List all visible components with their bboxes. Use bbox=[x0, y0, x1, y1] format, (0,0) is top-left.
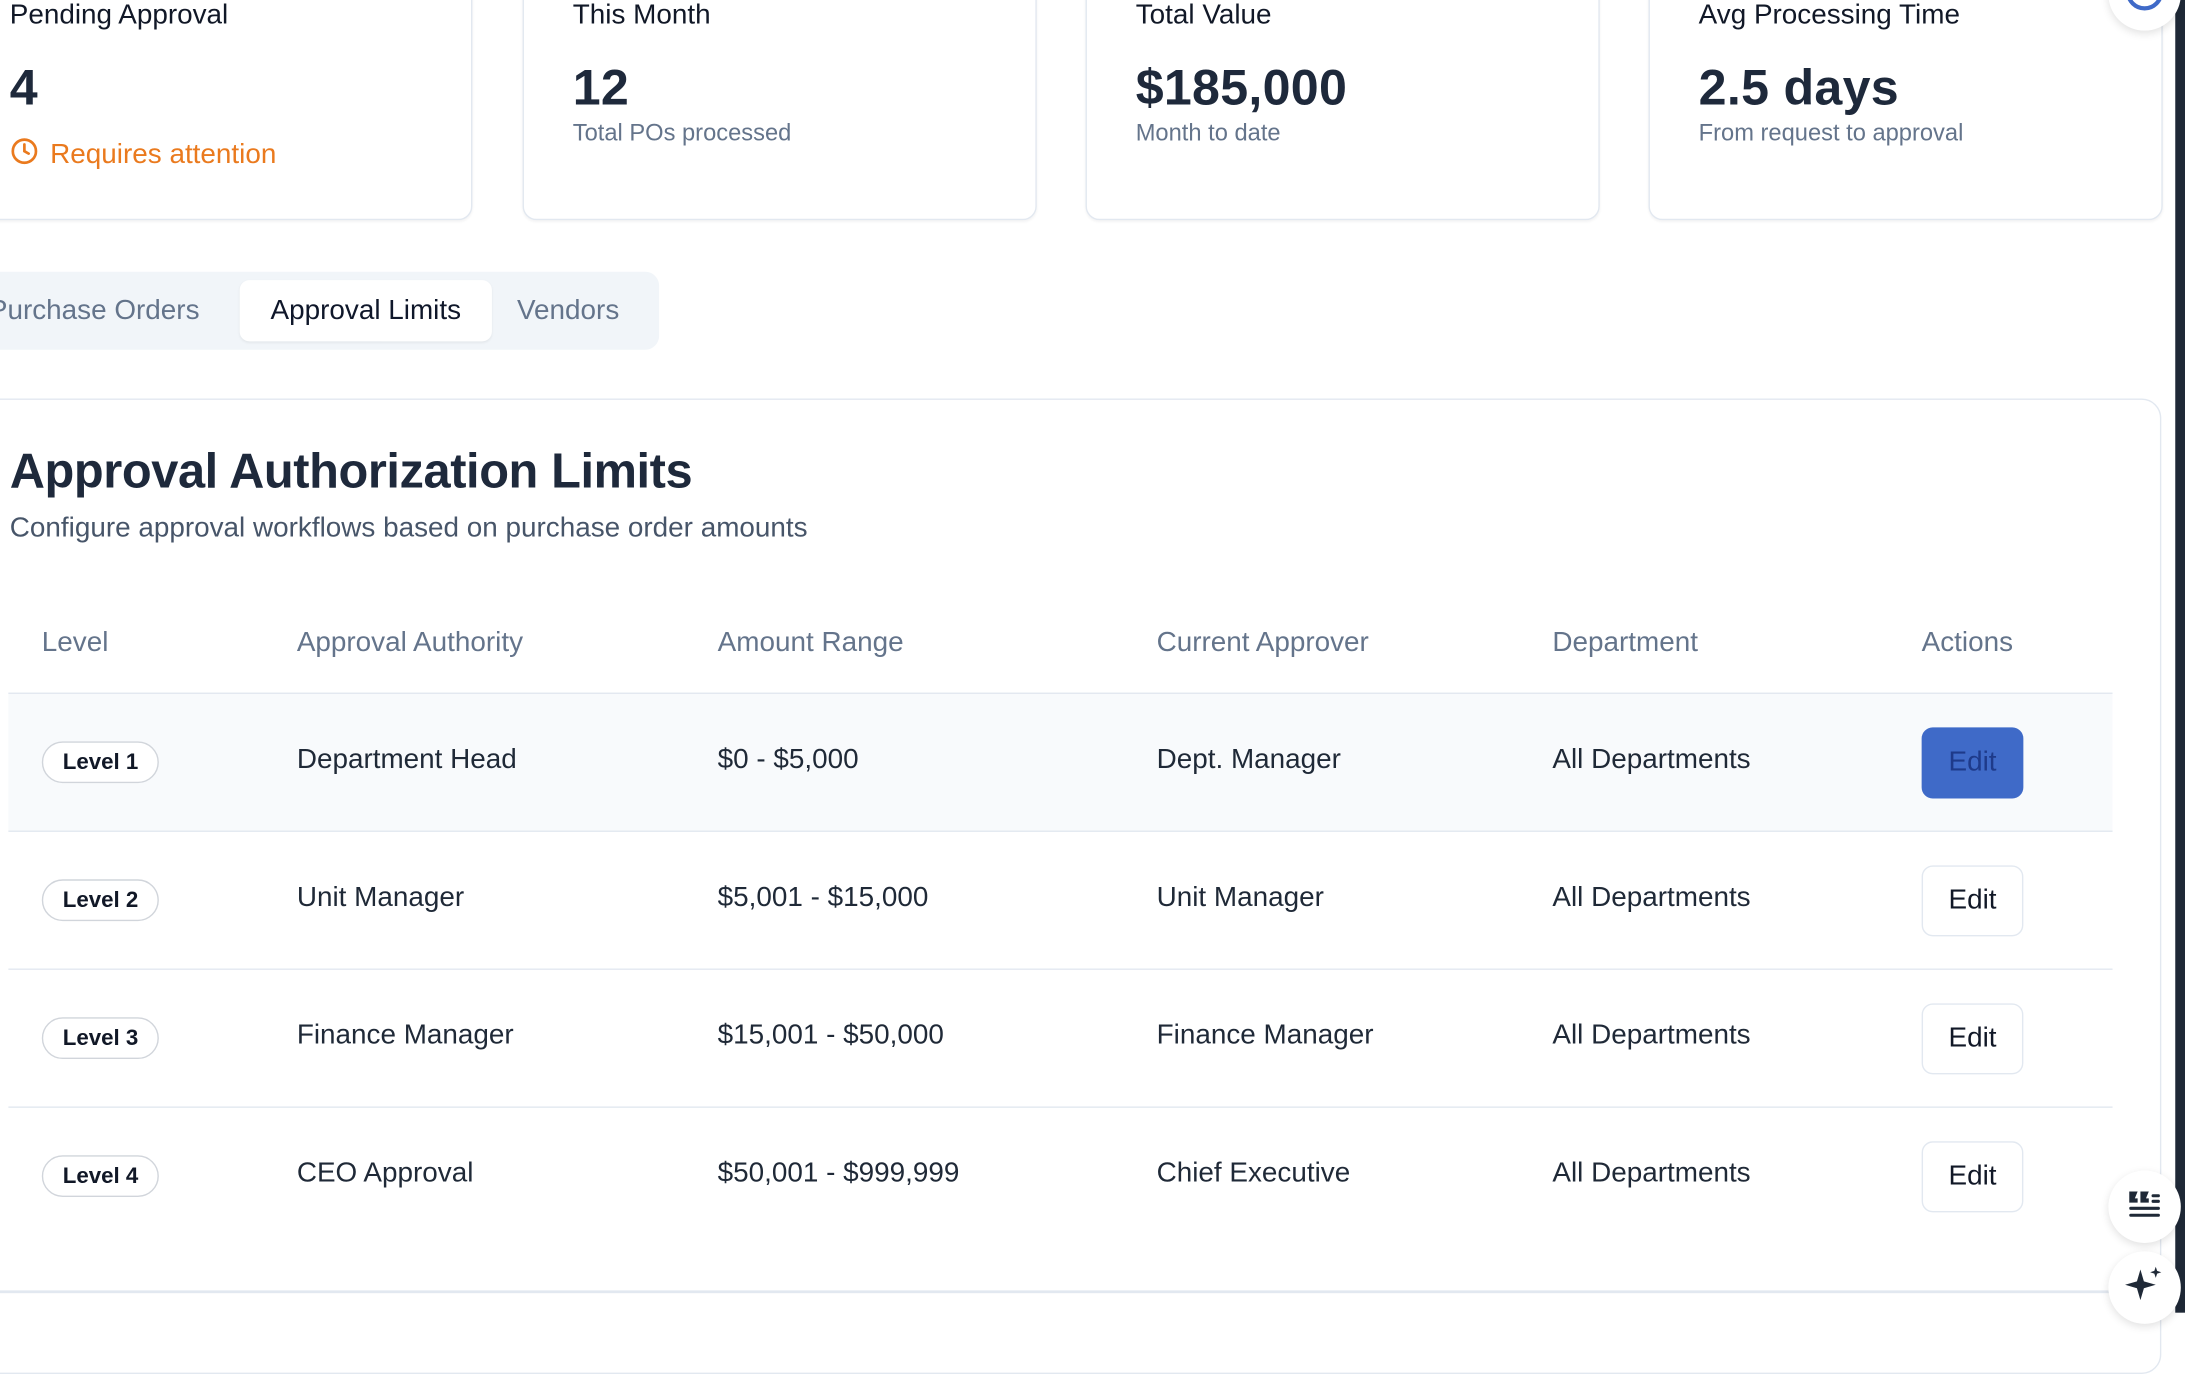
stat-sub-avg-time: From request to approval bbox=[1698, 119, 1964, 147]
attention-note: Requires attention bbox=[10, 137, 277, 175]
approval-authority: Unit Manager bbox=[296, 882, 465, 913]
column-header-department: Department bbox=[1552, 627, 1698, 658]
column-header-authority: Approval Authority bbox=[296, 627, 524, 658]
window-edge bbox=[2175, 0, 2185, 1313]
column-header-current-approver: Current Approver bbox=[1156, 627, 1369, 658]
table-row: Level 2 Unit Manager $5,001 - $15,000 Un… bbox=[8, 830, 2113, 969]
tab-bar: Purchase Orders Approval Limits Vendors bbox=[0, 271, 660, 350]
department: All Departments bbox=[1552, 1157, 1751, 1189]
table-row: Level 1 Department Head $0 - $5,000 Dept… bbox=[8, 692, 2113, 831]
stat-title-total-value: Total Value bbox=[1135, 0, 1272, 31]
stat-title-avg-time: Avg Processing Time bbox=[1698, 0, 1960, 31]
department: All Departments bbox=[1552, 882, 1751, 913]
department: All Departments bbox=[1552, 744, 1751, 775]
stat-value-total-value: $185,000 bbox=[1135, 58, 1348, 116]
edit-button[interactable]: Edit bbox=[1921, 865, 2024, 937]
edit-button[interactable]: Edit bbox=[1921, 1141, 2024, 1213]
sparkle-icon bbox=[2124, 1263, 2166, 1312]
level-badge: Level 4 bbox=[41, 1155, 160, 1198]
stat-value-pending: 4 bbox=[9, 58, 38, 116]
current-approver: Chief Executive bbox=[1156, 1157, 1351, 1189]
stat-value-this-month: 12 bbox=[572, 58, 630, 116]
current-approver: Unit Manager bbox=[1156, 882, 1324, 913]
attention-label: Requires attention bbox=[50, 139, 277, 171]
divider bbox=[0, 1290, 2185, 1294]
stat-sub-total-value: Month to date bbox=[1135, 119, 1281, 147]
table-row: Level 3 Finance Manager $15,001 - $50,00… bbox=[8, 968, 2113, 1106]
app-page: Pending Approval 4 Requires attention Th… bbox=[0, 0, 2185, 1374]
level-badge: Level 2 bbox=[41, 879, 160, 922]
tab-purchase-orders[interactable]: Purchase Orders bbox=[0, 280, 200, 341]
amount-range: $15,001 - $50,000 bbox=[717, 1020, 944, 1051]
section-subtitle: Configure approval workflows based on pu… bbox=[9, 512, 808, 544]
quote-widget[interactable] bbox=[2108, 1170, 2181, 1244]
stat-title-this-month: This Month bbox=[572, 0, 711, 31]
approval-authority: CEO Approval bbox=[296, 1157, 474, 1189]
amount-range: $5,001 - $15,000 bbox=[717, 882, 929, 913]
tab-approval-limits[interactable]: Approval Limits bbox=[239, 280, 492, 342]
column-header-amount-range: Amount Range bbox=[717, 627, 904, 658]
profile-icon bbox=[2124, 0, 2166, 19]
current-approver: Dept. Manager bbox=[1156, 744, 1341, 775]
column-header-level: Level bbox=[41, 627, 109, 658]
amount-range: $0 - $5,000 bbox=[717, 744, 859, 775]
approval-authority: Finance Manager bbox=[296, 1020, 514, 1051]
tab-vendors[interactable]: Vendors bbox=[517, 280, 619, 341]
stat-sub-this-month: Total POs processed bbox=[572, 119, 792, 147]
department: All Departments bbox=[1552, 1020, 1751, 1051]
edit-button[interactable]: Edit bbox=[1921, 727, 2024, 799]
stat-value-avg-time: 2.5 days bbox=[1698, 58, 1899, 116]
section-title: Approval Authorization Limits bbox=[9, 444, 693, 499]
level-badge: Level 1 bbox=[41, 741, 160, 784]
column-header-actions: Actions bbox=[1921, 627, 2014, 658]
clock-icon bbox=[10, 137, 39, 175]
level-badge: Level 3 bbox=[41, 1017, 160, 1060]
edit-button[interactable]: Edit bbox=[1921, 1003, 2024, 1075]
approval-authority: Department Head bbox=[296, 744, 517, 775]
table-row: Level 4 CEO Approval $50,001 - $999,999 … bbox=[8, 1106, 2113, 1244]
current-approver: Finance Manager bbox=[1156, 1020, 1374, 1051]
amount-range: $50,001 - $999,999 bbox=[717, 1157, 960, 1189]
quote-icon bbox=[2125, 1187, 2164, 1227]
stat-title-pending: Pending Approval bbox=[9, 0, 229, 31]
stat-card-pending bbox=[0, 0, 473, 221]
